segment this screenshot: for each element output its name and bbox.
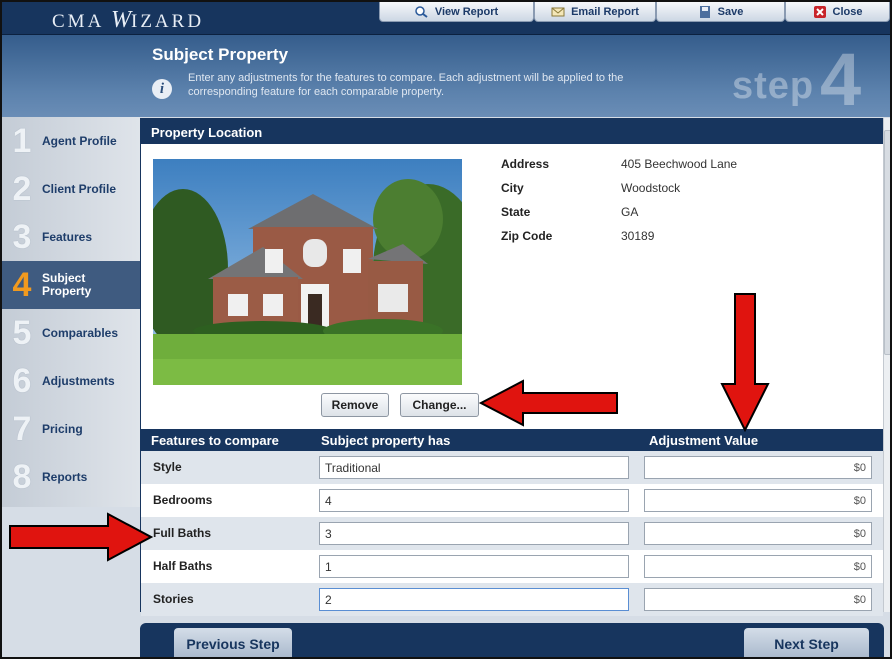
adjustment-value-input[interactable]: $0 (644, 588, 872, 611)
step-number-5: 5 (12, 314, 32, 352)
subject-value-input[interactable]: 3 (319, 522, 629, 545)
page-title: Subject Property (152, 45, 289, 64)
subject-value-input[interactable]: 4 (319, 489, 629, 512)
red-arrow-down-icon (720, 293, 770, 432)
close-button[interactable]: Close (785, 2, 890, 22)
sidebar-item-features[interactable]: 3 Features (2, 213, 140, 261)
step-number: 4 (820, 38, 862, 121)
table-row: Full Baths 3 $0 (141, 517, 883, 550)
remove-photo-button[interactable]: Remove (321, 393, 389, 417)
table-row: Bedrooms 4 $0 (141, 484, 883, 517)
floppy-disk-icon (699, 5, 710, 18)
step-number-4: 4 (12, 266, 32, 304)
section-title: Property Location (141, 119, 883, 144)
red-arrow-right-icon (9, 512, 153, 562)
property-details: Address 405 Beechwood Lane City Woodstoc… (501, 157, 737, 253)
email-report-label: Email Report (571, 5, 639, 18)
close-label: Close (832, 5, 863, 18)
scrollbar-thumb[interactable] (884, 130, 890, 355)
table-row: Half Baths 1 $0 (141, 550, 883, 583)
step-number-1: 1 (12, 122, 32, 160)
detail-label: Zip Code (501, 229, 553, 243)
sidebar-item-label: Comparables (42, 326, 119, 340)
feature-label: Stories (153, 592, 194, 606)
step-description: Enter any adjustments for the features t… (188, 72, 624, 98)
detail-label: Address (501, 157, 550, 171)
sidebar-item-label: Adjustments (42, 374, 115, 388)
detail-row-zip-code: Zip Code 30189 (501, 229, 737, 253)
step-number-8: 8 (12, 458, 32, 496)
feature-label: Bedrooms (153, 493, 213, 507)
column-header-subject: Subject property has (321, 433, 451, 448)
sidebar-item-agent-profile[interactable]: 1 Agent Profile (2, 117, 140, 165)
previous-step-button[interactable]: Previous Step (174, 628, 292, 657)
property-photo (153, 159, 462, 385)
view-report-label: View Report (434, 5, 499, 18)
next-step-button[interactable]: Next Step (744, 628, 869, 657)
detail-row-address: Address 405 Beechwood Lane (501, 157, 737, 181)
feature-label: Half Baths (153, 559, 213, 573)
sidebar-item-adjustments[interactable]: 6 Adjustments (2, 357, 140, 405)
save-label: Save (717, 5, 744, 18)
table-row: Style Traditional $0 (141, 451, 883, 484)
sidebar-item-client-profile[interactable]: 2 Client Profile (2, 165, 140, 213)
subject-value-input[interactable]: Traditional (319, 456, 629, 479)
step-number-2: 2 (12, 170, 32, 208)
vertical-scrollbar[interactable] (883, 118, 890, 612)
column-header-feature: Features to compare (151, 433, 279, 448)
cma-wizard-window: CMA WIZARD View Report Email Report Save… (0, 0, 892, 659)
step-number-6: 6 (12, 362, 32, 400)
detail-row-state: State GA (501, 205, 737, 229)
sidebar-item-subject-property[interactable]: 4 Subject Property (2, 261, 140, 309)
detail-value: 30189 (621, 229, 655, 243)
features-table-header: Features to compare Subject property has… (141, 429, 883, 451)
adjustment-value-input[interactable]: $0 (644, 555, 872, 578)
step-header: Subject Property i Enter any adjustments… (2, 35, 890, 117)
adjustment-value-input[interactable]: $0 (644, 489, 872, 512)
subject-value-input[interactable]: 2 (319, 588, 629, 611)
change-photo-button[interactable]: Change... (400, 393, 479, 417)
sidebar-item-label: Features (42, 230, 93, 244)
sidebar-item-comparables[interactable]: 5 Comparables (2, 309, 140, 357)
sidebar-item-pricing[interactable]: 7 Pricing (2, 405, 140, 453)
info-icon: i (152, 79, 172, 99)
house-image (153, 159, 462, 385)
step-number-7: 7 (12, 410, 32, 448)
wizard-footer: Previous Step Next Step (140, 623, 884, 657)
wizard-steps-sidebar: 1 Agent Profile 2 Client Profile 3 Featu… (2, 117, 140, 507)
detail-value: Woodstock (621, 181, 681, 195)
sidebar-item-label: Client Profile (42, 182, 117, 196)
property-location-panel: Property Location Address 405 Beechwood … (140, 118, 884, 616)
save-button[interactable]: Save (656, 2, 785, 22)
detail-value: 405 Beechwood Lane (621, 157, 738, 171)
magnifier-icon (415, 5, 428, 18)
detail-label: City (501, 181, 524, 195)
close-icon (813, 5, 826, 18)
adjustment-value-input[interactable]: $0 (644, 456, 872, 479)
sidebar-item-label: Agent Profile (42, 134, 117, 148)
sidebar-item-label: Pricing (42, 422, 83, 436)
step-word: step (732, 65, 815, 107)
feature-label: Full Baths (153, 526, 212, 540)
red-arrow-left-icon (479, 379, 618, 427)
top-toolbar: CMA WIZARD View Report Email Report Save… (2, 2, 890, 35)
adjustment-value-input[interactable]: $0 (644, 522, 872, 545)
column-header-adjustment: Adjustment Value (649, 433, 759, 448)
view-report-button[interactable]: View Report (379, 2, 534, 22)
email-report-button[interactable]: Email Report (534, 2, 656, 22)
detail-value: GA (621, 205, 639, 219)
detail-row-city: City Woodstock (501, 181, 737, 205)
table-row: Stories 2 $0 (141, 583, 883, 616)
sidebar-item-label: Subject Property (42, 271, 92, 298)
app-logo: CMA WIZARD (52, 7, 205, 33)
email-icon (551, 7, 565, 16)
sidebar-item-label: Reports (42, 470, 88, 484)
detail-label: State (501, 205, 531, 219)
feature-label: Style (153, 460, 182, 474)
step-number-3: 3 (12, 218, 32, 256)
subject-value-input[interactable]: 1 (319, 555, 629, 578)
sidebar-item-reports[interactable]: 8 Reports (2, 453, 140, 501)
